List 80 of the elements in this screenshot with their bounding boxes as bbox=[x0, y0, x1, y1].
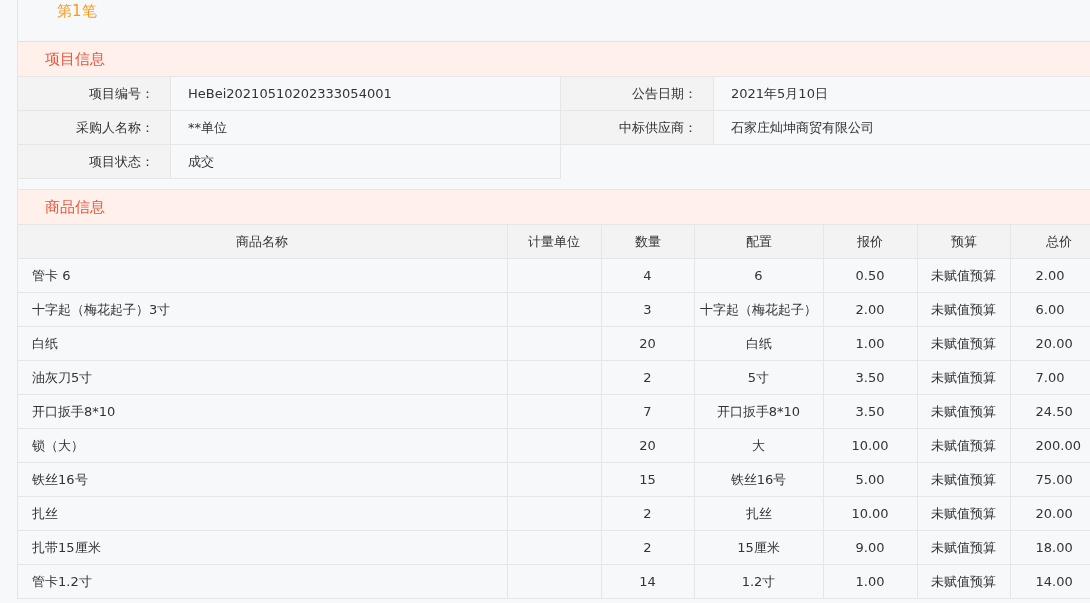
table-cell: 大 bbox=[694, 428, 823, 463]
table-cell: 未赋值预算 bbox=[917, 258, 1010, 293]
field-value: 石家庄灿坤商贸有限公司 bbox=[714, 111, 1090, 145]
table-cell: 14.00 bbox=[1010, 564, 1090, 599]
table-cell: 14 bbox=[601, 564, 694, 599]
table-cell: 锁（大） bbox=[18, 428, 507, 463]
table-cell: 1.00 bbox=[823, 326, 917, 361]
table-cell: 10.00 bbox=[823, 496, 917, 531]
table-cell: 未赋值预算 bbox=[917, 564, 1010, 599]
column-header: 报价 bbox=[823, 225, 917, 259]
table-cell: 20.00 bbox=[1010, 496, 1090, 531]
table-cell: 未赋值预算 bbox=[917, 360, 1010, 395]
field-label: 项目编号： bbox=[18, 77, 171, 111]
table-cell: 6 bbox=[694, 258, 823, 293]
table-cell: 未赋值预算 bbox=[917, 428, 1010, 463]
table-cell: 24.50 bbox=[1010, 394, 1090, 429]
table-cell: 管卡 6 bbox=[18, 258, 507, 293]
table-cell: 9.00 bbox=[823, 530, 917, 565]
table-cell: 20.00 bbox=[1010, 326, 1090, 361]
field-label: 采购人名称： bbox=[18, 111, 171, 145]
table-cell: 4 bbox=[601, 258, 694, 293]
field-label: 公告日期： bbox=[561, 77, 714, 111]
table-cell: 2.00 bbox=[823, 292, 917, 327]
table-cell: 铁丝16号 bbox=[18, 462, 507, 497]
table-cell: 6.00 bbox=[1010, 292, 1090, 327]
table-cell: 7 bbox=[601, 394, 694, 429]
table-cell: 75.00 bbox=[1010, 462, 1090, 497]
table-cell: 2 bbox=[601, 496, 694, 531]
table-cell: 7.00 bbox=[1010, 360, 1090, 395]
table-cell: 18.00 bbox=[1010, 530, 1090, 565]
table-cell: 开口扳手8*10 bbox=[694, 394, 823, 429]
table-cell: 未赋值预算 bbox=[917, 292, 1010, 327]
lot-title: 第1笔 bbox=[57, 2, 97, 20]
section-title: 项目信息 bbox=[45, 49, 105, 69]
table-cell: 2.00 bbox=[1010, 258, 1090, 293]
table-cell: 15厘米 bbox=[694, 530, 823, 565]
table-cell: 20 bbox=[601, 326, 694, 361]
table-cell: 扎带15厘米 bbox=[18, 530, 507, 565]
table-cell: 扎丝 bbox=[18, 496, 507, 531]
table-cell: 铁丝16号 bbox=[694, 462, 823, 497]
column-header: 商品名称 bbox=[18, 225, 507, 259]
table-cell: 2 bbox=[601, 360, 694, 395]
table-cell: 未赋值预算 bbox=[917, 530, 1010, 565]
table-cell: 200.00 bbox=[1010, 428, 1090, 463]
table-cell: 1.00 bbox=[823, 564, 917, 599]
table-cell: 未赋值预算 bbox=[917, 496, 1010, 531]
table-cell: 20 bbox=[601, 428, 694, 463]
field-label: 中标供应商： bbox=[561, 111, 714, 145]
table-cell: 5.00 bbox=[823, 462, 917, 497]
table-cell: 未赋值预算 bbox=[917, 462, 1010, 497]
column-header: 配置 bbox=[694, 225, 823, 259]
table-cell: 5寸 bbox=[694, 360, 823, 395]
table-cell: 油灰刀5寸 bbox=[18, 360, 507, 395]
table-cell: 1.2寸 bbox=[694, 564, 823, 599]
field-value: 成交 bbox=[171, 145, 561, 179]
column-header: 总价 bbox=[1010, 225, 1090, 259]
table-cell: 白纸 bbox=[694, 326, 823, 361]
table-cell: 3.50 bbox=[823, 360, 917, 395]
field-label: 项目状态： bbox=[18, 145, 171, 179]
table-cell: 十字起（梅花起子）3寸 bbox=[18, 292, 507, 327]
column-header: 预算 bbox=[917, 225, 1010, 259]
column-header: 数量 bbox=[601, 225, 694, 259]
table-cell: 开口扳手8*10 bbox=[18, 394, 507, 429]
column-header: 计量单位 bbox=[507, 225, 601, 259]
field-value: HeBei20210510202333054001 bbox=[171, 77, 561, 111]
table-cell: 3 bbox=[601, 292, 694, 327]
table-cell: 白纸 bbox=[18, 326, 507, 361]
field-value: **单位 bbox=[171, 111, 561, 145]
table-cell: 15 bbox=[601, 462, 694, 497]
table-cell: 未赋值预算 bbox=[917, 394, 1010, 429]
field-value: 2021年5月10日 bbox=[714, 77, 1090, 111]
table-cell: 未赋值预算 bbox=[917, 326, 1010, 361]
section-title: 商品信息 bbox=[45, 197, 105, 217]
table-cell: 2 bbox=[601, 530, 694, 565]
table-cell: 0.50 bbox=[823, 258, 917, 293]
table-cell: 十字起（梅花起子） bbox=[694, 292, 823, 327]
table-cell: 管卡1.2寸 bbox=[18, 564, 507, 599]
table-cell: 扎丝 bbox=[694, 496, 823, 531]
table-cell: 10.00 bbox=[823, 428, 917, 463]
table-cell: 3.50 bbox=[823, 394, 917, 429]
